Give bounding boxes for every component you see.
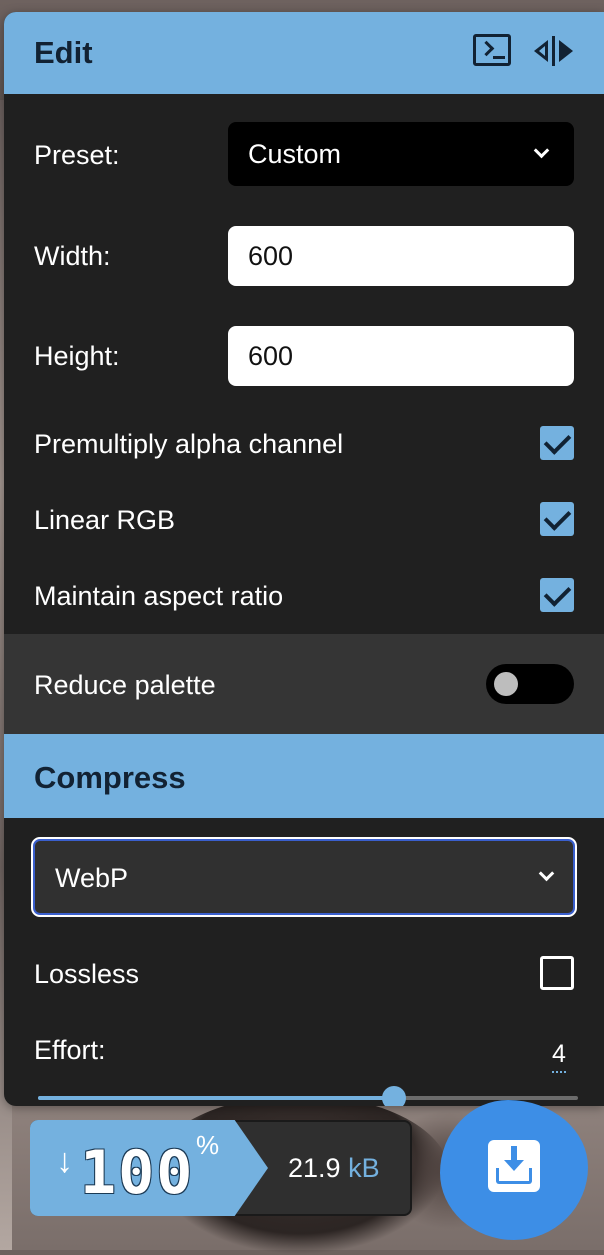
- chevron-down-icon: [533, 142, 550, 159]
- output-size-value: 21.9: [288, 1153, 341, 1183]
- toggle-knob: [494, 672, 518, 696]
- size-change-badge: ↓ 100 %: [30, 1120, 268, 1216]
- maintain-aspect-ratio-label: Maintain aspect ratio: [34, 581, 284, 611]
- output-size-unit: kB: [348, 1153, 380, 1183]
- size-change-percent: 100: [80, 1138, 195, 1208]
- output-size: 21.9 kB: [288, 1153, 380, 1184]
- down-arrow-icon: ↓: [56, 1142, 73, 1180]
- effort-slider-fill: [38, 1096, 395, 1100]
- edit-header: Edit: [4, 12, 604, 94]
- effort-value[interactable]: 4: [552, 1040, 566, 1073]
- preset-select[interactable]: Custom: [228, 122, 574, 186]
- height-label: Height:: [34, 341, 120, 371]
- effort-slider-thumb[interactable]: [382, 1086, 407, 1106]
- width-label: Width:: [34, 241, 111, 271]
- compress-title: Compress: [34, 760, 186, 795]
- lossless-checkbox[interactable]: [540, 956, 574, 990]
- terminal-icon[interactable]: [473, 34, 511, 66]
- percent-sign: %: [196, 1130, 220, 1160]
- effort-label: Effort:: [34, 1035, 106, 1065]
- preset-label: Preset:: [34, 140, 120, 170]
- download-icon: [488, 1140, 540, 1192]
- format-select[interactable]: WebP: [31, 837, 577, 917]
- effort-slider[interactable]: [38, 1086, 578, 1106]
- premultiply-alpha-label: Premultiply alpha channel: [34, 429, 344, 459]
- edit-title: Edit: [34, 35, 93, 70]
- linear-rgb-label: Linear RGB: [34, 505, 176, 535]
- reduce-palette-toggle[interactable]: [486, 664, 574, 704]
- compress-header: Compress: [4, 734, 604, 818]
- reduce-palette-row: Reduce palette: [4, 634, 604, 734]
- chevron-down-icon: [538, 865, 555, 882]
- preset-value: Custom: [248, 139, 342, 169]
- linear-rgb-checkbox[interactable]: [540, 502, 574, 536]
- side-by-side-icon[interactable]: [534, 36, 576, 66]
- download-button[interactable]: [440, 1100, 588, 1240]
- options-panel: Edit Preset: Custom Width: Height: Premu…: [4, 12, 604, 1106]
- maintain-aspect-ratio-checkbox[interactable]: [540, 578, 574, 612]
- width-input[interactable]: [228, 226, 574, 286]
- height-input[interactable]: [228, 326, 574, 386]
- reduce-palette-label: Reduce palette: [34, 670, 216, 700]
- format-value: WebP: [55, 863, 129, 893]
- premultiply-alpha-checkbox[interactable]: [540, 426, 574, 460]
- lossless-label: Lossless: [34, 959, 140, 989]
